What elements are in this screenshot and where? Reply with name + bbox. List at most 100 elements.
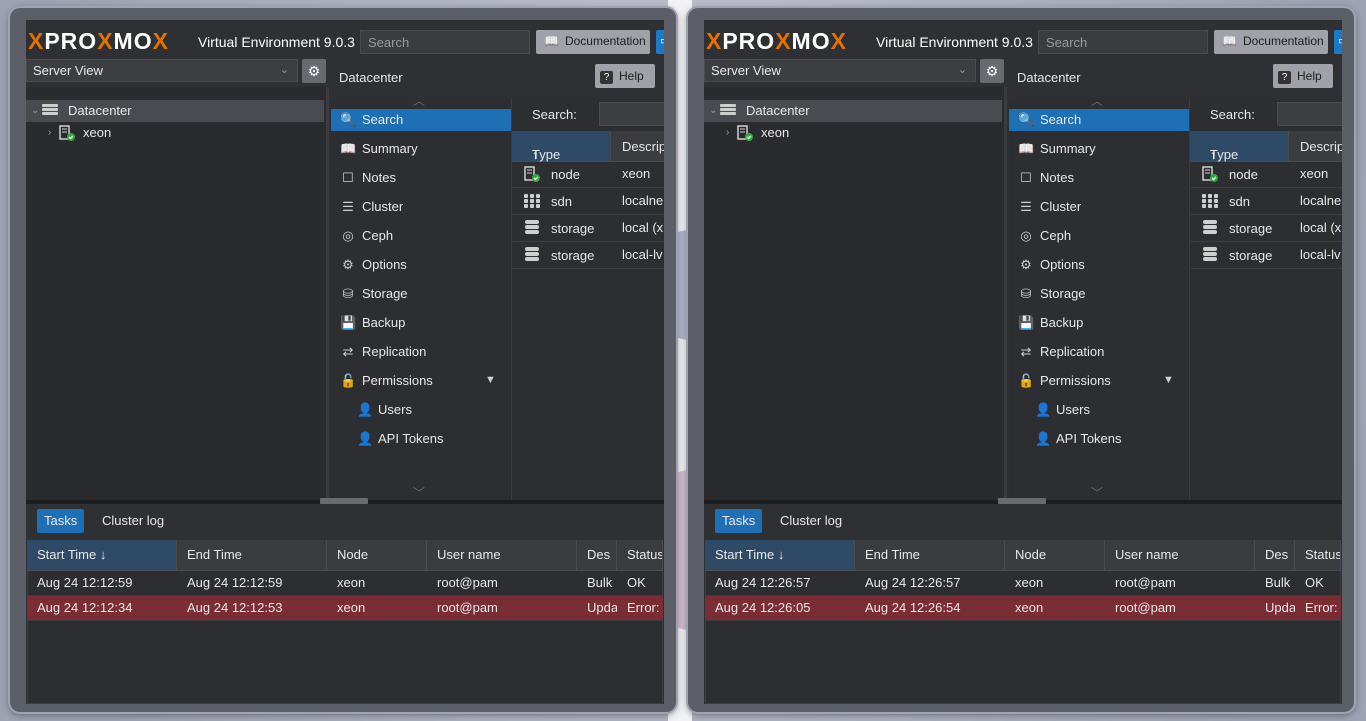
tree-label: Datacenter <box>68 103 132 118</box>
nav-item[interactable]: ⛁ Storage <box>1009 283 1189 305</box>
grid-row[interactable]: storage local (x <box>512 215 664 242</box>
column-header[interactable]: Node <box>327 540 427 570</box>
gear-icon[interactable]: ⚙ <box>302 59 326 83</box>
grid-row[interactable]: sdn localne <box>512 188 664 215</box>
task-row[interactable]: Aug 24 12:26:05 Aug 24 12:26:54 xeon root@p… <box>705 596 1341 621</box>
create-vm-button[interactable]: ▭ <box>1334 30 1342 54</box>
nav-item[interactable]: 🔓 Permissions ▼ <box>1009 370 1189 392</box>
column-header[interactable]: Node <box>1005 540 1105 570</box>
scroll-down-icon[interactable]: ﹀ <box>1091 484 1103 501</box>
gear-icon[interactable]: ⚙ <box>980 59 1004 83</box>
scroll-down-icon[interactable]: ﹀ <box>413 484 425 501</box>
grid-row[interactable]: storage local-lv <box>512 242 664 269</box>
expand-caret-icon[interactable]: ▼ <box>1163 369 1174 391</box>
nav-item[interactable]: ☐ Notes <box>1009 167 1189 189</box>
nav-item[interactable]: 💾 Backup <box>1009 312 1189 334</box>
column-header[interactable]: End Time <box>177 540 327 570</box>
collapse-icon[interactable]: ⌄ <box>31 100 39 122</box>
nav-item[interactable]: ⇄ Replication <box>331 341 511 363</box>
task-row[interactable]: Aug 24 12:12:59 Aug 24 12:12:59 xeon root@p… <box>27 571 663 596</box>
scroll-up-icon[interactable]: ︿ <box>1091 92 1103 109</box>
help-button[interactable]: ? Help <box>595 64 655 88</box>
nav-icon: ☐ <box>1020 170 1032 185</box>
help-button[interactable]: ? Help <box>1273 64 1333 88</box>
grid-row[interactable]: node xeon <box>512 161 664 188</box>
column-header[interactable]: Status <box>1295 540 1341 570</box>
nav-item[interactable]: ⚙ Options <box>331 254 511 276</box>
nav-item[interactable]: ◎ Ceph <box>331 225 511 247</box>
monitor-icon: ▭ <box>1338 35 1342 47</box>
grid-description: local-lv <box>1300 247 1341 262</box>
grid-row[interactable]: sdn localne <box>1190 188 1342 215</box>
nav-item[interactable]: ⛁ Storage <box>331 283 511 305</box>
grid-row[interactable]: storage local-lv <box>1190 242 1342 269</box>
tab-tasks[interactable]: Tasks <box>37 509 85 533</box>
nav-item[interactable]: 🔓 Permissions ▼ <box>331 370 511 392</box>
nav-item[interactable]: ☰ Cluster <box>1009 196 1189 218</box>
search-input[interactable]: Search <box>1038 30 1208 54</box>
task-row[interactable]: Aug 24 12:26:57 Aug 24 12:26:57 xeon root@p… <box>705 571 1341 596</box>
tab-tasks[interactable]: Tasks <box>715 509 763 533</box>
grid-description: localne <box>622 193 664 208</box>
collapse-icon[interactable]: ⌄ <box>709 100 717 122</box>
column-header[interactable]: Start Time ↓ <box>27 540 177 570</box>
grid-search-input[interactable] <box>1277 102 1342 126</box>
tree-item-datacenter[interactable]: ⌄ Datacenter <box>26 100 324 122</box>
tab-cluster-log[interactable]: Cluster log <box>95 509 171 533</box>
grid-description: local (x <box>622 220 664 235</box>
nav-item[interactable]: ◎ Ceph <box>1009 225 1189 247</box>
documentation-button[interactable]: 📖 Documentation <box>536 30 650 54</box>
column-header[interactable]: User name <box>427 540 577 570</box>
nav-item[interactable]: 👤 API Tokens <box>1009 428 1189 450</box>
grid-search-input[interactable] <box>599 102 664 126</box>
nav-item[interactable]: 💾 Backup <box>331 312 511 334</box>
logo-text: MO <box>113 28 153 54</box>
search-input[interactable]: Search <box>360 30 530 54</box>
task-cell-end: Aug 24 12:26:57 <box>865 575 961 590</box>
column-header-type[interactable]: Type ↑ <box>512 131 611 162</box>
nav-label: Backup <box>362 315 406 330</box>
grid-type: storage <box>1229 248 1273 263</box>
documentation-button[interactable]: 📖 Documentation <box>1214 30 1328 54</box>
nav-item[interactable]: 🔍 Search <box>331 109 511 131</box>
nav-item[interactable]: ⚙ Options <box>1009 254 1189 276</box>
nav-item[interactable]: 🔍 Search <box>1009 109 1189 131</box>
task-row[interactable]: Aug 24 12:12:34 Aug 24 12:12:53 xeon root@p… <box>27 596 663 621</box>
column-header-type[interactable]: Type ↑ <box>1190 131 1289 162</box>
view-select[interactable]: Server View ⌄ <box>704 59 976 82</box>
column-header[interactable]: Des <box>577 540 617 570</box>
task-cell-start: Aug 24 12:26:57 <box>715 575 811 590</box>
sort-desc-icon: ↓ <box>99 547 107 562</box>
tree-item-datacenter[interactable]: ⌄ Datacenter <box>704 100 1002 122</box>
tab-cluster-log[interactable]: Cluster log <box>773 509 849 533</box>
column-header-description[interactable]: Descrip <box>622 139 664 154</box>
grid-row[interactable]: storage local (x <box>1190 215 1342 242</box>
proxmox-logo[interactable]: X PRO X MO X <box>28 28 169 55</box>
view-select[interactable]: Server View ⌄ <box>26 59 298 82</box>
logo-text: PRO <box>722 28 776 54</box>
column-header[interactable]: Des <box>1255 540 1295 570</box>
nav-item[interactable]: ☰ Cluster <box>331 196 511 218</box>
nav-item[interactable]: 📖 Summary <box>331 138 511 160</box>
tree-item-node[interactable]: › xeon <box>26 122 324 144</box>
scroll-up-icon[interactable]: ︿ <box>413 92 425 109</box>
tree-item-node[interactable]: › xeon <box>704 122 1002 144</box>
nav-item[interactable]: 📖 Summary <box>1009 138 1189 160</box>
expand-icon[interactable]: › <box>48 122 51 144</box>
column-header[interactable]: Status <box>617 540 663 570</box>
nav-item[interactable]: 👤 Users <box>331 399 511 421</box>
nav-item[interactable]: ☐ Notes <box>331 167 511 189</box>
search-grid: Search: Type ↑ Descrip node xeon sdn loc… <box>512 98 664 500</box>
nav-item[interactable]: 👤 Users <box>1009 399 1189 421</box>
nav-item[interactable]: 👤 API Tokens <box>331 428 511 450</box>
nav-item[interactable]: ⇄ Replication <box>1009 341 1189 363</box>
grid-row[interactable]: node xeon <box>1190 161 1342 188</box>
proxmox-logo[interactable]: X PRO X MO X <box>706 28 847 55</box>
expand-icon[interactable]: › <box>726 122 729 144</box>
column-header[interactable]: Start Time ↓ <box>705 540 855 570</box>
create-vm-button[interactable]: ▭ <box>656 30 664 54</box>
column-header-description[interactable]: Descrip <box>1300 139 1342 154</box>
column-header[interactable]: End Time <box>855 540 1005 570</box>
expand-caret-icon[interactable]: ▼ <box>485 369 496 391</box>
column-header[interactable]: User name <box>1105 540 1255 570</box>
